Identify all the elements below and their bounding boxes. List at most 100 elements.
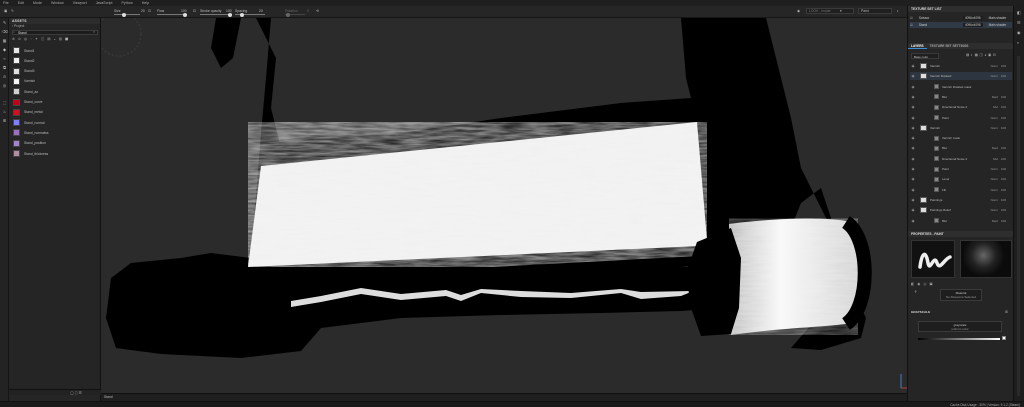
texture-set-shader[interactable]: Main shader xyxy=(989,16,1007,20)
stand-model-left-post[interactable] xyxy=(211,18,241,68)
visibility-eye-icon[interactable]: ◉ xyxy=(910,167,916,171)
size-value[interactable]: 20 xyxy=(141,9,145,13)
layer-blend-mode[interactable]: Norm 100 xyxy=(991,116,1006,120)
layer-blend-mode[interactable]: Norm 100 xyxy=(991,126,1006,130)
layer-opacity[interactable]: 100 xyxy=(1001,126,1006,130)
layer-blend-mode[interactable]: Repl 100 xyxy=(992,146,1006,150)
layer-row[interactable]: ◉ Paintings Relief Norm 100 xyxy=(910,206,1012,214)
chevron-left-icon[interactable]: ‹ xyxy=(12,24,13,28)
filter-env-icon[interactable]: ◒ xyxy=(54,37,56,42)
layer-opacity[interactable]: 100 xyxy=(1001,219,1006,223)
bottom-texture-label[interactable]: Stand xyxy=(104,395,113,399)
layer-opacity[interactable]: 100 xyxy=(1001,188,1006,192)
asset-item[interactable]: Stand_position xyxy=(13,139,99,148)
stroke-opacity-slider[interactable] xyxy=(200,12,232,17)
visibility-eye-icon[interactable]: ◉ xyxy=(910,116,916,120)
asset-item[interactable]: Stand1 xyxy=(13,46,99,55)
visibility-eye-icon[interactable]: ◉ xyxy=(910,136,916,140)
layer-effect-row[interactable]: ◉ Paint Norm 100 xyxy=(910,165,1012,173)
layer-opacity[interactable]: 100 xyxy=(1001,105,1006,109)
layer-effect-row[interactable]: ◉ Fill Norm 100 xyxy=(910,186,1012,194)
grayscale-options-icon[interactable]: ⊞ xyxy=(1005,310,1008,314)
layer-blend-mode[interactable] xyxy=(1003,136,1006,140)
menu-file[interactable]: File xyxy=(3,1,9,5)
breadcrumb-project[interactable]: Project xyxy=(14,24,24,28)
texture-set-resolution[interactable]: 4096x4096 xyxy=(962,23,983,27)
channel-selector[interactable]: Base color xyxy=(911,53,939,59)
camera-tool-icon[interactable]: ⬚ xyxy=(2,100,7,105)
scene-render[interactable] xyxy=(101,18,907,393)
asset-item[interactable]: Varnish xyxy=(13,77,99,86)
symmetry-icon[interactable]: ⟲ xyxy=(316,9,319,13)
grayscale-swatch[interactable] xyxy=(1002,336,1006,340)
polyfill-icon[interactable]: ◆ xyxy=(2,47,7,52)
layer-row[interactable]: ◉ Paintings Norm 100 xyxy=(910,196,1012,204)
layer-opacity[interactable]: 100 xyxy=(1001,64,1006,68)
properties-icon[interactable]: ◉ xyxy=(1017,30,1021,35)
rotation-value[interactable]: 0 xyxy=(307,9,309,13)
flow-slider[interactable] xyxy=(157,12,187,17)
viewport-icon-1[interactable]: ◐ xyxy=(897,9,899,13)
texture-set-icon[interactable]: ◧ xyxy=(1017,10,1021,15)
layer-blend-mode[interactable]: Mul 100 xyxy=(993,157,1006,161)
asset-item[interactable]: Stand2 xyxy=(13,56,99,65)
tab-texture-set-settings[interactable]: TEXTURE SET SETTINGS xyxy=(927,43,972,49)
tab-layers[interactable]: LAYERS xyxy=(908,43,927,49)
spacing-slider[interactable] xyxy=(235,12,265,17)
clear-search-icon[interactable]: × xyxy=(93,30,95,34)
layer-blend-mode[interactable]: Repl 100 xyxy=(992,219,1006,223)
grayscale-slider[interactable] xyxy=(918,338,1000,340)
asset-item[interactable]: Stand_normalws xyxy=(13,128,99,137)
visibility-eye-icon[interactable]: ◉ xyxy=(910,146,916,150)
visibility-eye-icon[interactable]: ◉ xyxy=(910,208,916,212)
asset-item[interactable]: Stand3 xyxy=(13,67,99,76)
layer-blend-mode[interactable]: Mul 100 xyxy=(993,105,1006,109)
layer-blend-mode[interactable] xyxy=(1003,85,1006,89)
measure-icon[interactable]: ⊞ xyxy=(2,118,7,123)
menu-viewport[interactable]: Viewport xyxy=(73,1,87,5)
menu-javascript[interactable]: JavaScript xyxy=(96,1,113,5)
texture-set-checkbox[interactable]: ☑ xyxy=(910,16,913,20)
bake-icon[interactable]: ♨ xyxy=(2,109,7,114)
visibility-eye-icon[interactable]: ◉ xyxy=(910,95,916,99)
layer-effect-row[interactable]: ◉ Blur Repl 100 xyxy=(910,144,1012,152)
pressure-icon-2[interactable]: ⊡ xyxy=(193,9,196,13)
filter-material-icon[interactable]: ◍ xyxy=(24,37,27,42)
menu-help[interactable]: Help xyxy=(142,1,149,5)
menu-edit[interactable]: Edit xyxy=(18,1,24,5)
layer-effect-row[interactable]: ◉ Varnish mask xyxy=(910,134,1012,142)
asset-item[interactable]: Stand_normal xyxy=(13,118,99,127)
layer-blend-mode[interactable]: Norm 100 xyxy=(991,198,1006,202)
layer-effect-row[interactable]: ◉ Level Norm 100 xyxy=(910,175,1012,183)
clone-icon[interactable]: ⧉ xyxy=(2,65,7,70)
brush-preview[interactable] xyxy=(911,240,955,278)
layer-effect-row[interactable]: ◉ Blur Repl 100 xyxy=(910,217,1012,225)
visibility-eye-icon[interactable]: ◉ xyxy=(910,85,916,89)
layer-opacity[interactable]: 100 xyxy=(1001,198,1006,202)
layer-effect-row[interactable]: ◉ Directional Noise 2 Mul 100 xyxy=(910,155,1012,163)
picker-icon[interactable]: ⊙ xyxy=(2,74,7,79)
camera-select[interactable]: LOOK - Inside xyxy=(806,8,854,14)
assets-search-input[interactable]: Stand xyxy=(12,30,98,35)
spacing-value[interactable]: 20 xyxy=(259,9,263,13)
filter-filter-icon[interactable]: ▤ xyxy=(47,37,50,42)
assets-footer-icons[interactable]: ◯ ▢ ☰ xyxy=(70,391,82,395)
texture-set-checkbox[interactable]: ☑ xyxy=(910,23,913,27)
menu-window[interactable]: Window xyxy=(51,1,64,5)
layer-blend-mode[interactable]: Repl 100 xyxy=(992,95,1006,99)
material-preview-sphere[interactable] xyxy=(960,240,1012,278)
layer-opacity[interactable]: 100 xyxy=(1001,116,1006,120)
layer-opacity[interactable]: 100 xyxy=(1001,95,1006,99)
layer-blend-mode[interactable]: Norm 100 xyxy=(991,188,1006,192)
asset-item[interactable]: Stand_ao xyxy=(13,87,99,96)
visibility-eye-icon[interactable]: ◉ xyxy=(910,105,916,109)
paint-tool-icon[interactable]: ✎ xyxy=(2,20,7,25)
layer-opacity[interactable]: 100 xyxy=(1001,146,1006,150)
size-slider[interactable] xyxy=(114,12,140,17)
property-tabs[interactable]: ◧◉◎▣ xyxy=(911,282,936,286)
asset-item[interactable]: Stand_curve xyxy=(13,98,99,107)
view-mode-select[interactable]: Paint xyxy=(858,8,892,14)
layer-row[interactable]: ◉ Varnish Norm 100 xyxy=(910,62,1012,70)
smudge-icon[interactable]: ≈ xyxy=(2,56,7,61)
asset-item[interactable]: Stand_metal xyxy=(13,108,99,117)
